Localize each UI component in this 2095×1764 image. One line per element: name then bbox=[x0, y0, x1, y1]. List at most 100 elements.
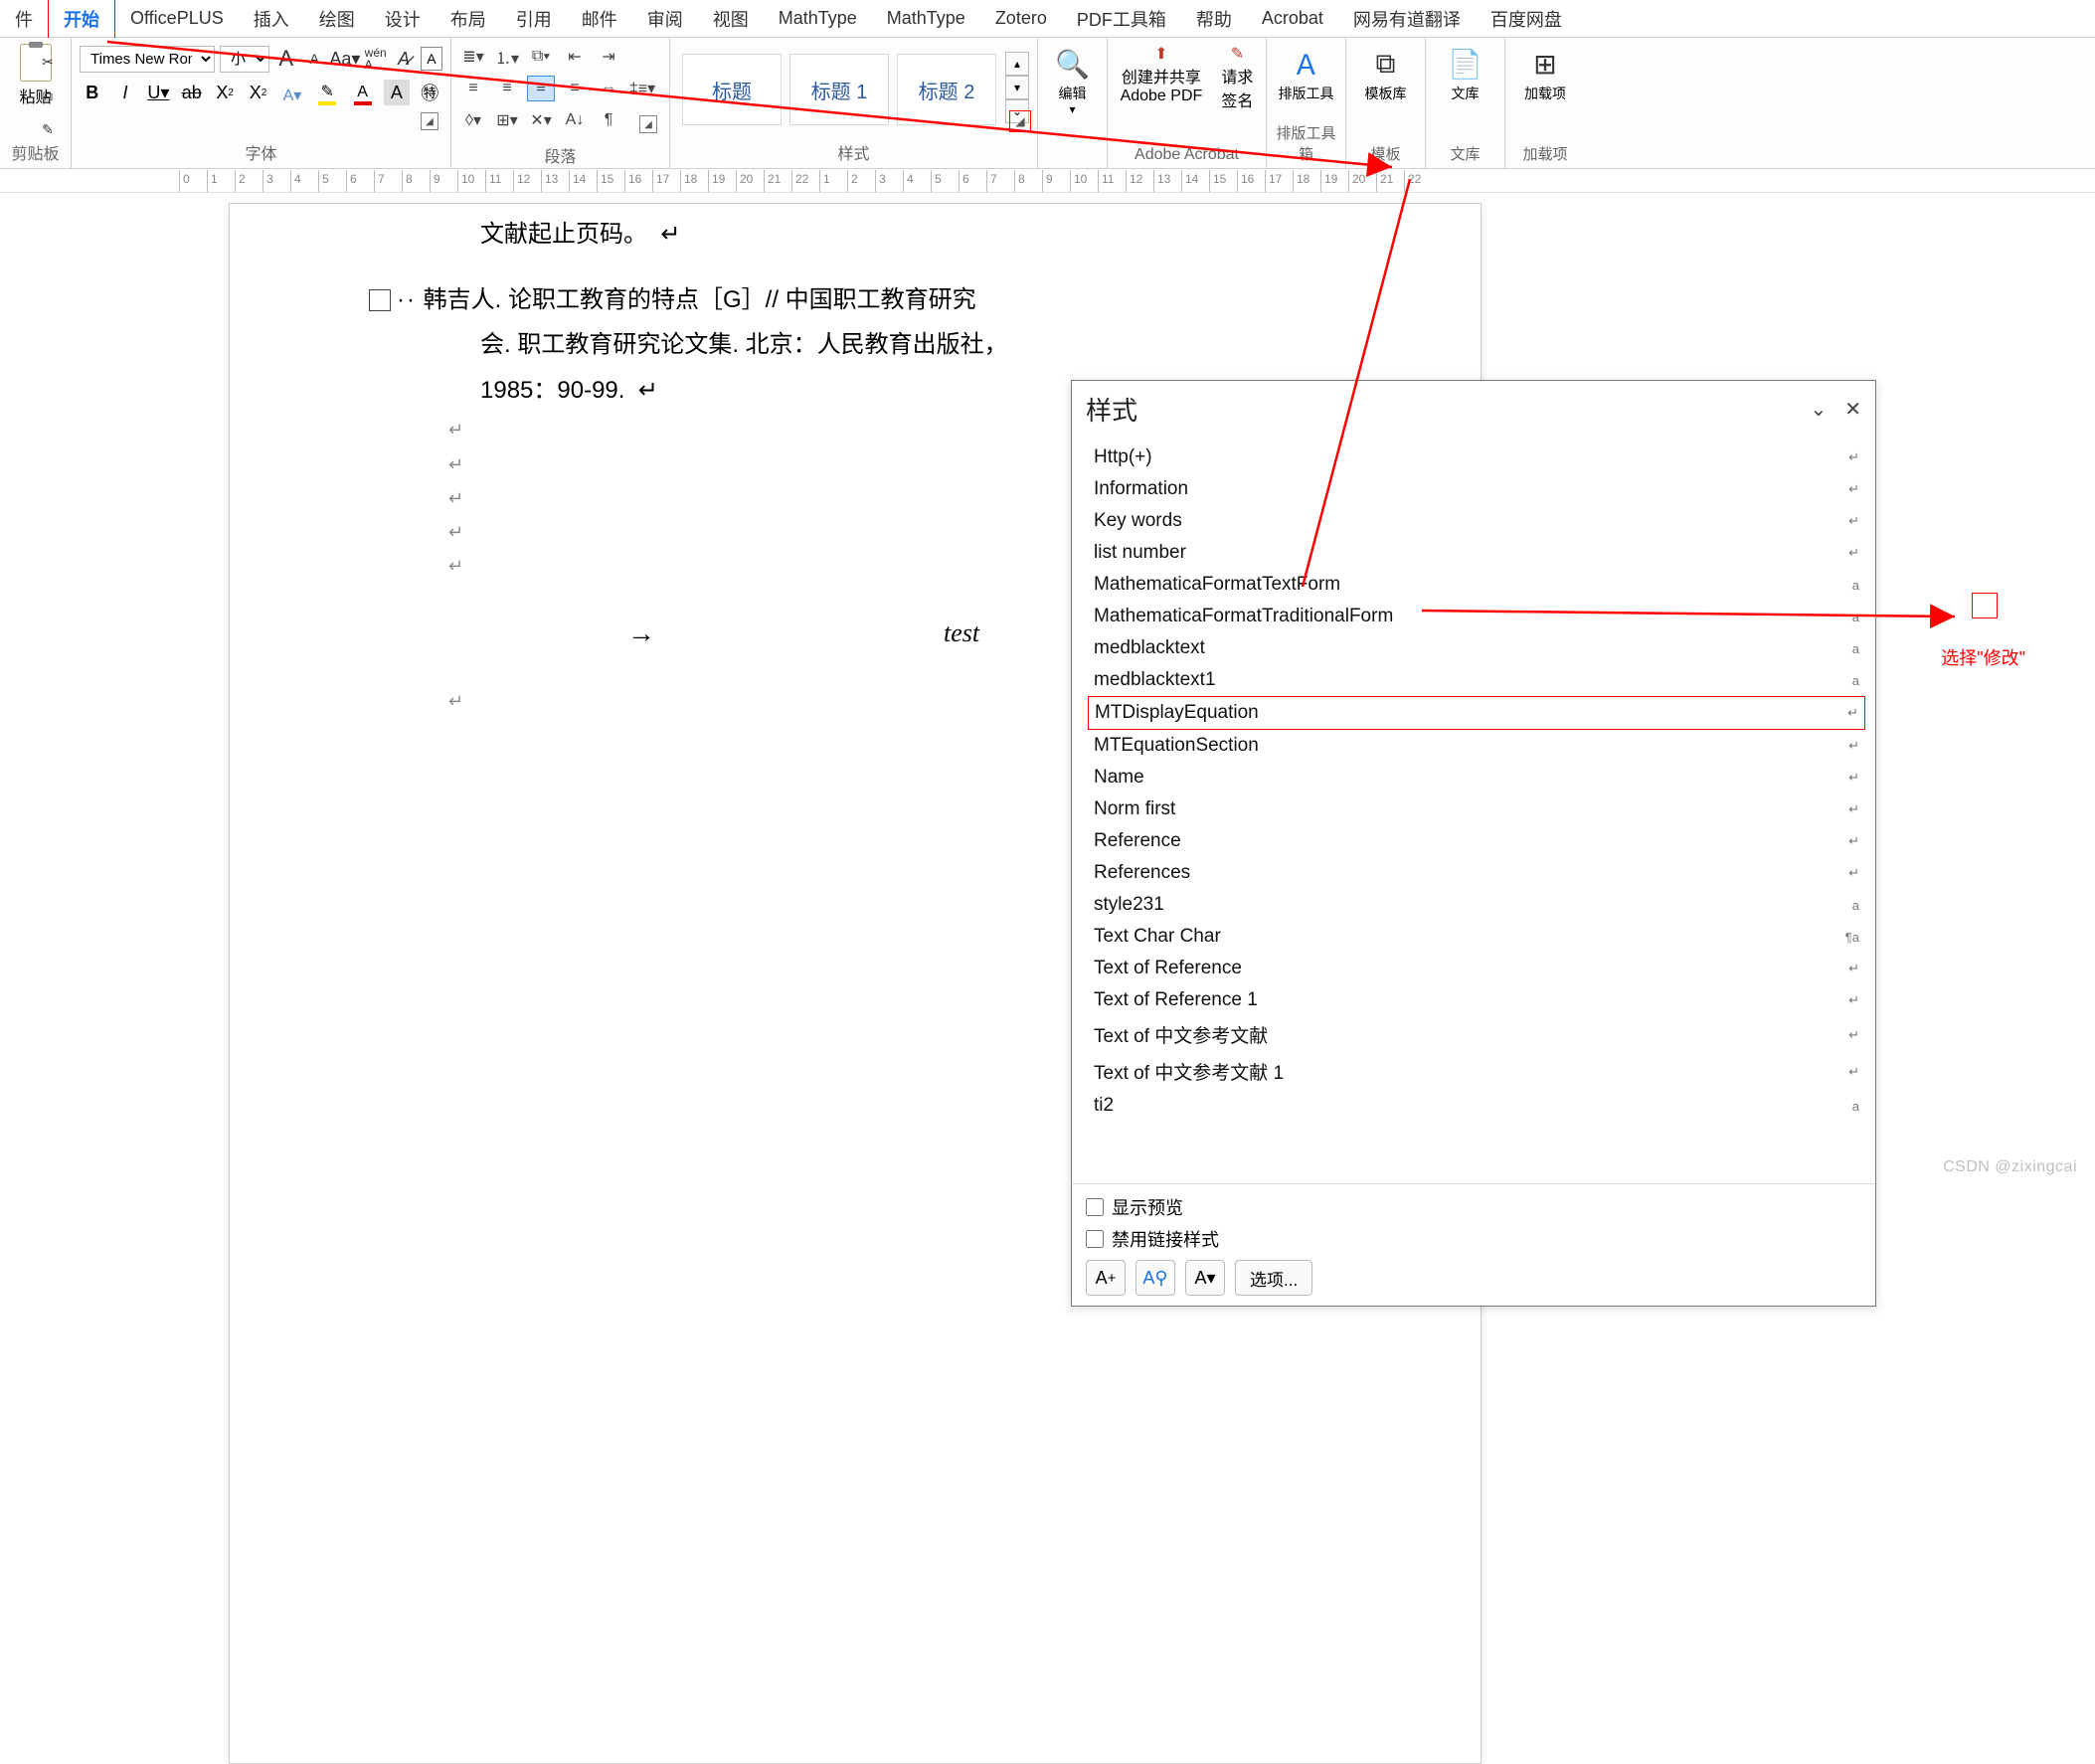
numbering-button[interactable]: ⒈▾ bbox=[493, 44, 521, 70]
shading-button[interactable]: ◊▾ bbox=[459, 107, 487, 133]
style-item-list-number[interactable]: list number↵ bbox=[1088, 537, 1865, 569]
style-item-references[interactable]: References↵ bbox=[1088, 857, 1865, 889]
inspector-button[interactable]: A⚲ bbox=[1135, 1260, 1175, 1296]
align-center-button[interactable]: ≡ bbox=[493, 76, 521, 101]
char-border-icon[interactable]: A bbox=[421, 47, 442, 71]
distribute-button[interactable]: ⇔ bbox=[595, 76, 622, 101]
create-share-pdf-button[interactable]: ⬆ 创建并共享 Adobe PDF bbox=[1121, 44, 1203, 142]
style-card-heading2[interactable]: 标题 2 bbox=[897, 54, 996, 125]
bold-button[interactable]: B bbox=[80, 80, 104, 105]
decrease-indent-button[interactable]: ⇤ bbox=[561, 44, 589, 70]
style-item-mtequationsection[interactable]: MTEquationSection↵ bbox=[1088, 730, 1865, 762]
tab-youdao[interactable]: 网易有道翻译 bbox=[1338, 0, 1476, 40]
italic-button[interactable]: I bbox=[112, 80, 137, 105]
format-painter-icon[interactable]: ✎ bbox=[37, 115, 59, 143]
addin-label[interactable]: 加载项 bbox=[1524, 86, 1566, 102]
style-item-text-of-中文参考文献-1[interactable]: Text of 中文参考文献 1↵ bbox=[1088, 1053, 1865, 1090]
tab-zotero[interactable]: Zotero bbox=[980, 0, 1062, 37]
change-case-icon[interactable]: Aa▾ bbox=[331, 45, 359, 73]
style-item-information[interactable]: Information↵ bbox=[1088, 473, 1865, 505]
grow-font-icon[interactable]: A bbox=[274, 45, 297, 73]
find-icon[interactable]: 🔍 bbox=[1053, 44, 1093, 84]
show-marks-button[interactable]: ¶ bbox=[595, 107, 622, 133]
paiban-label[interactable]: 排版工具 bbox=[1279, 86, 1334, 102]
tab-help[interactable]: 帮助 bbox=[1181, 0, 1247, 40]
snap-button[interactable]: ✕▾ bbox=[527, 107, 555, 133]
style-item-name[interactable]: Name↵ bbox=[1088, 762, 1865, 794]
sort-button[interactable]: A↓ bbox=[561, 107, 589, 133]
styles-launcher[interactable]: ◢ bbox=[1009, 110, 1031, 132]
template-label[interactable]: 模板库 bbox=[1365, 86, 1407, 102]
tab-design[interactable]: 设计 bbox=[370, 0, 436, 40]
tab-mathtype-2[interactable]: MathType bbox=[872, 0, 980, 37]
tab-baidu[interactable]: 百度网盘 bbox=[1476, 0, 1577, 40]
tab-insert[interactable]: 插入 bbox=[239, 0, 304, 40]
style-item-text-of-reference-1[interactable]: Text of Reference 1↵ bbox=[1088, 984, 1865, 1016]
style-card-heading1[interactable]: 标题 1 bbox=[789, 54, 889, 125]
style-card-heading[interactable]: 标题 bbox=[682, 54, 782, 125]
tab-mail[interactable]: 邮件 bbox=[567, 0, 632, 40]
tab-review[interactable]: 审阅 bbox=[632, 0, 698, 40]
font-family-select[interactable]: Times New Roman bbox=[80, 46, 215, 73]
style-item-norm-first[interactable]: Norm first↵ bbox=[1088, 794, 1865, 825]
align-justify-button[interactable]: ≡ bbox=[561, 76, 589, 101]
tab-pdftool[interactable]: PDF工具箱 bbox=[1062, 0, 1181, 40]
request-sign-button[interactable]: ✎ 请求 签名 bbox=[1221, 44, 1253, 142]
char-shading-icon[interactable]: A bbox=[384, 80, 409, 105]
style-item-reference[interactable]: Reference↵ bbox=[1088, 825, 1865, 857]
subscript-button[interactable]: X2 bbox=[213, 80, 238, 105]
tab-file[interactable]: 件 bbox=[0, 0, 48, 40]
tab-mathtype-1[interactable]: MathType bbox=[764, 0, 872, 37]
style-item-medblacktext[interactable]: medblacktexta bbox=[1088, 632, 1865, 664]
enclose-char-icon[interactable]: ㊕ bbox=[418, 80, 442, 105]
addin-icon[interactable]: ⊞ bbox=[1525, 44, 1565, 84]
wenku-label[interactable]: 文库 bbox=[1452, 86, 1480, 102]
phonetic-guide-icon[interactable]: wénA bbox=[364, 45, 387, 73]
underline-button[interactable]: U▾ bbox=[146, 80, 171, 105]
style-item-http(+)[interactable]: Http(+)↵ bbox=[1088, 441, 1865, 473]
style-item-ti2[interactable]: ti2a bbox=[1088, 1090, 1865, 1122]
borders-button[interactable]: ⊞▾ bbox=[493, 107, 521, 133]
font-color-button[interactable]: A bbox=[349, 80, 376, 105]
gallery-down-icon[interactable]: ▾ bbox=[1005, 76, 1029, 99]
font-size-select[interactable]: 小四 bbox=[220, 46, 269, 73]
style-item-key-words[interactable]: Key words↵ bbox=[1088, 505, 1865, 537]
style-item-text-char-char[interactable]: Text Char Char¶a bbox=[1088, 921, 1865, 953]
superscript-button[interactable]: X2 bbox=[246, 80, 270, 105]
tab-acrobat[interactable]: Acrobat bbox=[1247, 0, 1338, 37]
text-effects-button[interactable]: A▾ bbox=[278, 80, 305, 105]
font-launcher[interactable]: ◢ bbox=[421, 112, 438, 130]
styles-list[interactable]: Http(+)↵Information↵Key words↵list numbe… bbox=[1072, 438, 1875, 1183]
style-item-text-of-reference[interactable]: Text of Reference↵ bbox=[1088, 953, 1865, 984]
highlight-button[interactable]: ✎ bbox=[314, 80, 341, 105]
style-item-mathematicaformattextform[interactable]: MathematicaFormatTextForma bbox=[1088, 569, 1865, 601]
tab-layout[interactable]: 布局 bbox=[436, 0, 501, 40]
style-item-mathematicaformattraditionalform[interactable]: MathematicaFormatTraditionalForma bbox=[1088, 601, 1865, 632]
tab-home[interactable]: 开始 bbox=[48, 0, 115, 41]
options-button[interactable]: 选项... bbox=[1235, 1260, 1312, 1296]
pane-dropdown-icon[interactable]: ⌄ bbox=[1810, 397, 1827, 422]
increase-indent-button[interactable]: ⇥ bbox=[595, 44, 622, 70]
edit-label[interactable]: 编辑 bbox=[1059, 86, 1087, 102]
style-item-mtdisplayequation[interactable]: MTDisplayEquation↵ bbox=[1088, 696, 1865, 730]
tab-draw[interactable]: 绘图 bbox=[304, 0, 370, 40]
gallery-up-icon[interactable]: ▴ bbox=[1005, 52, 1029, 76]
multilevel-button[interactable]: ⧉▾ bbox=[527, 44, 555, 70]
paragraph-launcher[interactable]: ◢ bbox=[639, 115, 657, 133]
line-spacing-button[interactable]: ‡≡▾ bbox=[628, 76, 656, 101]
align-left-button[interactable]: ≡ bbox=[459, 76, 487, 101]
cut-icon[interactable]: ✂ bbox=[37, 48, 59, 76]
clear-format-icon[interactable]: A̷ bbox=[392, 45, 415, 73]
bullets-button[interactable]: ≣▾ bbox=[459, 44, 487, 70]
manage-styles-button[interactable]: A▾ bbox=[1185, 1260, 1225, 1296]
tab-references[interactable]: 引用 bbox=[501, 0, 567, 40]
style-item-style231[interactable]: style231a bbox=[1088, 889, 1865, 921]
pane-close-icon[interactable]: ✕ bbox=[1844, 397, 1861, 422]
paiban-icon[interactable]: Ａ bbox=[1287, 44, 1326, 84]
tab-officeplus[interactable]: OfficePLUS bbox=[115, 0, 239, 37]
align-right-button[interactable]: ≡ bbox=[527, 76, 555, 101]
tab-view[interactable]: 视图 bbox=[698, 0, 764, 40]
strike-button[interactable]: ab bbox=[179, 80, 204, 105]
shrink-font-icon[interactable]: A bbox=[302, 45, 325, 73]
new-style-button[interactable]: A+ bbox=[1086, 1260, 1126, 1296]
